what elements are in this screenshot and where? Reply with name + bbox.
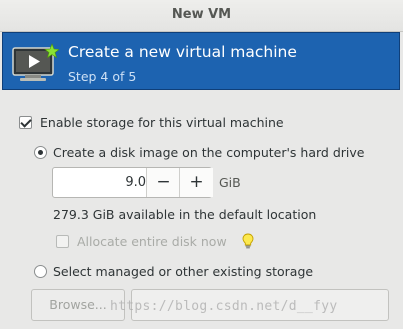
- create-disk-label[interactable]: Create a disk image on the computer's ha…: [53, 145, 364, 160]
- enable-storage-label[interactable]: Enable storage for this virtual machine: [40, 115, 284, 130]
- decrement-button[interactable]: −: [146, 168, 180, 197]
- lightbulb-icon: [242, 233, 254, 249]
- disk-size-input[interactable]: 9.0: [53, 168, 146, 197]
- select-existing-radio-button[interactable]: [34, 265, 47, 278]
- enable-storage-check[interactable]: [19, 116, 32, 129]
- allocate-disk-check[interactable]: [56, 235, 69, 248]
- create-disk-radio-button[interactable]: [34, 146, 47, 159]
- available-space-text: 279.3 GiB available in the default locat…: [53, 207, 317, 222]
- banner-step: Step 4 of 5: [68, 69, 137, 84]
- wizard-banner: Create a new virtual machine Step 4 of 5: [2, 32, 400, 90]
- disk-size-unit: GiB: [219, 175, 241, 190]
- disk-size-spinner[interactable]: 9.0 − +: [52, 167, 213, 198]
- window-title: New VM: [0, 0, 403, 32]
- watermark-text: https://blog.csdn.net/d__fyy: [110, 299, 338, 314]
- increment-button[interactable]: +: [179, 168, 213, 197]
- banner-title: Create a new virtual machine: [68, 43, 297, 61]
- select-existing-label[interactable]: Select managed or other existing storage: [53, 264, 313, 279]
- allocate-disk-label[interactable]: Allocate entire disk now: [77, 234, 227, 249]
- new-vm-monitor-icon: [12, 43, 59, 81]
